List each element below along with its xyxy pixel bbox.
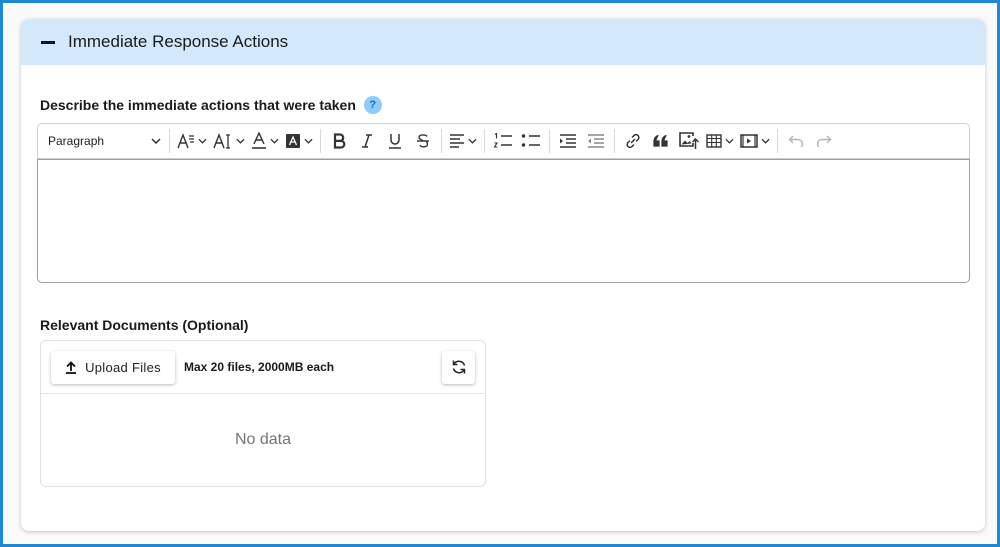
toolbar-divider [320,129,321,153]
chevron-down-icon [468,138,477,144]
font-color-button[interactable] [248,128,282,154]
underline-icon [389,134,401,149]
font-family-icon [177,133,194,149]
chevron-down-icon [236,138,245,144]
outdent-button[interactable] [582,128,610,154]
font-color-icon [252,132,266,149]
toolbar-divider [441,129,442,153]
description-label: Describe the immediate actions that were… [40,96,382,115]
italic-icon [362,134,372,148]
toolbar-divider [484,129,485,153]
background-color-button[interactable] [282,128,316,154]
upload-icon [66,360,77,374]
section-header[interactable]: Immediate Response Actions [21,19,985,65]
link-icon [626,133,640,149]
documents-upload-panel: Upload Files Max 20 files, 2000MB each N… [40,340,486,487]
blockquote-button[interactable] [647,128,675,154]
indent-icon [560,134,576,148]
bulleted-list-button[interactable] [517,128,545,154]
media-button[interactable] [737,128,773,154]
upload-files-button[interactable]: Upload Files [51,350,175,384]
upload-limit-hint: Max 20 files, 2000MB each [184,360,335,374]
font-size-icon [213,133,230,149]
upload-button-label: Upload Files [85,359,161,375]
toolbar-divider [614,129,615,153]
underline-button[interactable] [381,128,409,154]
undo-icon [788,135,804,147]
block-format-value: Paragraph [48,134,105,148]
font-family-button[interactable] [174,128,210,154]
chevron-down-icon [304,138,313,144]
strikethrough-icon [417,134,429,148]
chevron-down-icon [198,138,207,144]
chevron-down-icon [151,138,161,144]
undo-button[interactable] [782,128,810,154]
align-left-icon [450,134,464,148]
documents-label: Relevant Documents (Optional) [40,317,249,333]
help-icon[interactable]: ? [363,96,382,115]
blockquote-icon [653,134,668,147]
chevron-down-icon [761,138,770,144]
description-editor[interactable] [37,159,970,283]
insert-image-icon [679,132,699,149]
chevron-down-icon [270,138,279,144]
numbered-list-button[interactable] [489,128,517,154]
table-button[interactable] [703,128,737,154]
bulleted-list-icon [521,134,540,147]
insert-image-button[interactable] [675,128,703,154]
refresh-icon [452,360,465,374]
response-actions-card: Immediate Response Actions Describe the … [21,19,985,531]
outdent-icon [588,134,604,148]
upload-toolbar: Upload Files Max 20 files, 2000MB each [41,341,485,394]
description-label-text: Describe the immediate actions that were… [40,97,356,113]
toolbar-divider [169,129,170,153]
section-title: Immediate Response Actions [68,32,289,51]
bold-button[interactable] [325,128,353,154]
indent-button[interactable] [554,128,582,154]
italic-button[interactable] [353,128,381,154]
redo-icon [816,135,832,147]
chevron-down-icon [725,138,734,144]
numbered-list-icon [493,133,512,148]
redo-button[interactable] [810,128,838,154]
rich-text-toolbar: Paragraph [37,123,970,159]
link-button[interactable] [619,128,647,154]
table-icon [706,134,722,148]
background-color-icon [286,134,300,148]
toolbar-divider [777,129,778,153]
align-button[interactable] [446,128,480,154]
window-frame: Immediate Response Actions Describe the … [0,0,1000,547]
minus-icon[interactable] [41,35,55,49]
block-format-select[interactable]: Paragraph [48,128,165,154]
font-size-button[interactable] [210,128,248,154]
refresh-button[interactable] [442,350,475,384]
strikethrough-button[interactable] [409,128,437,154]
bold-icon [333,133,346,149]
toolbar-divider [549,129,550,153]
media-icon [740,134,758,148]
empty-state-text: No data [234,431,292,448]
